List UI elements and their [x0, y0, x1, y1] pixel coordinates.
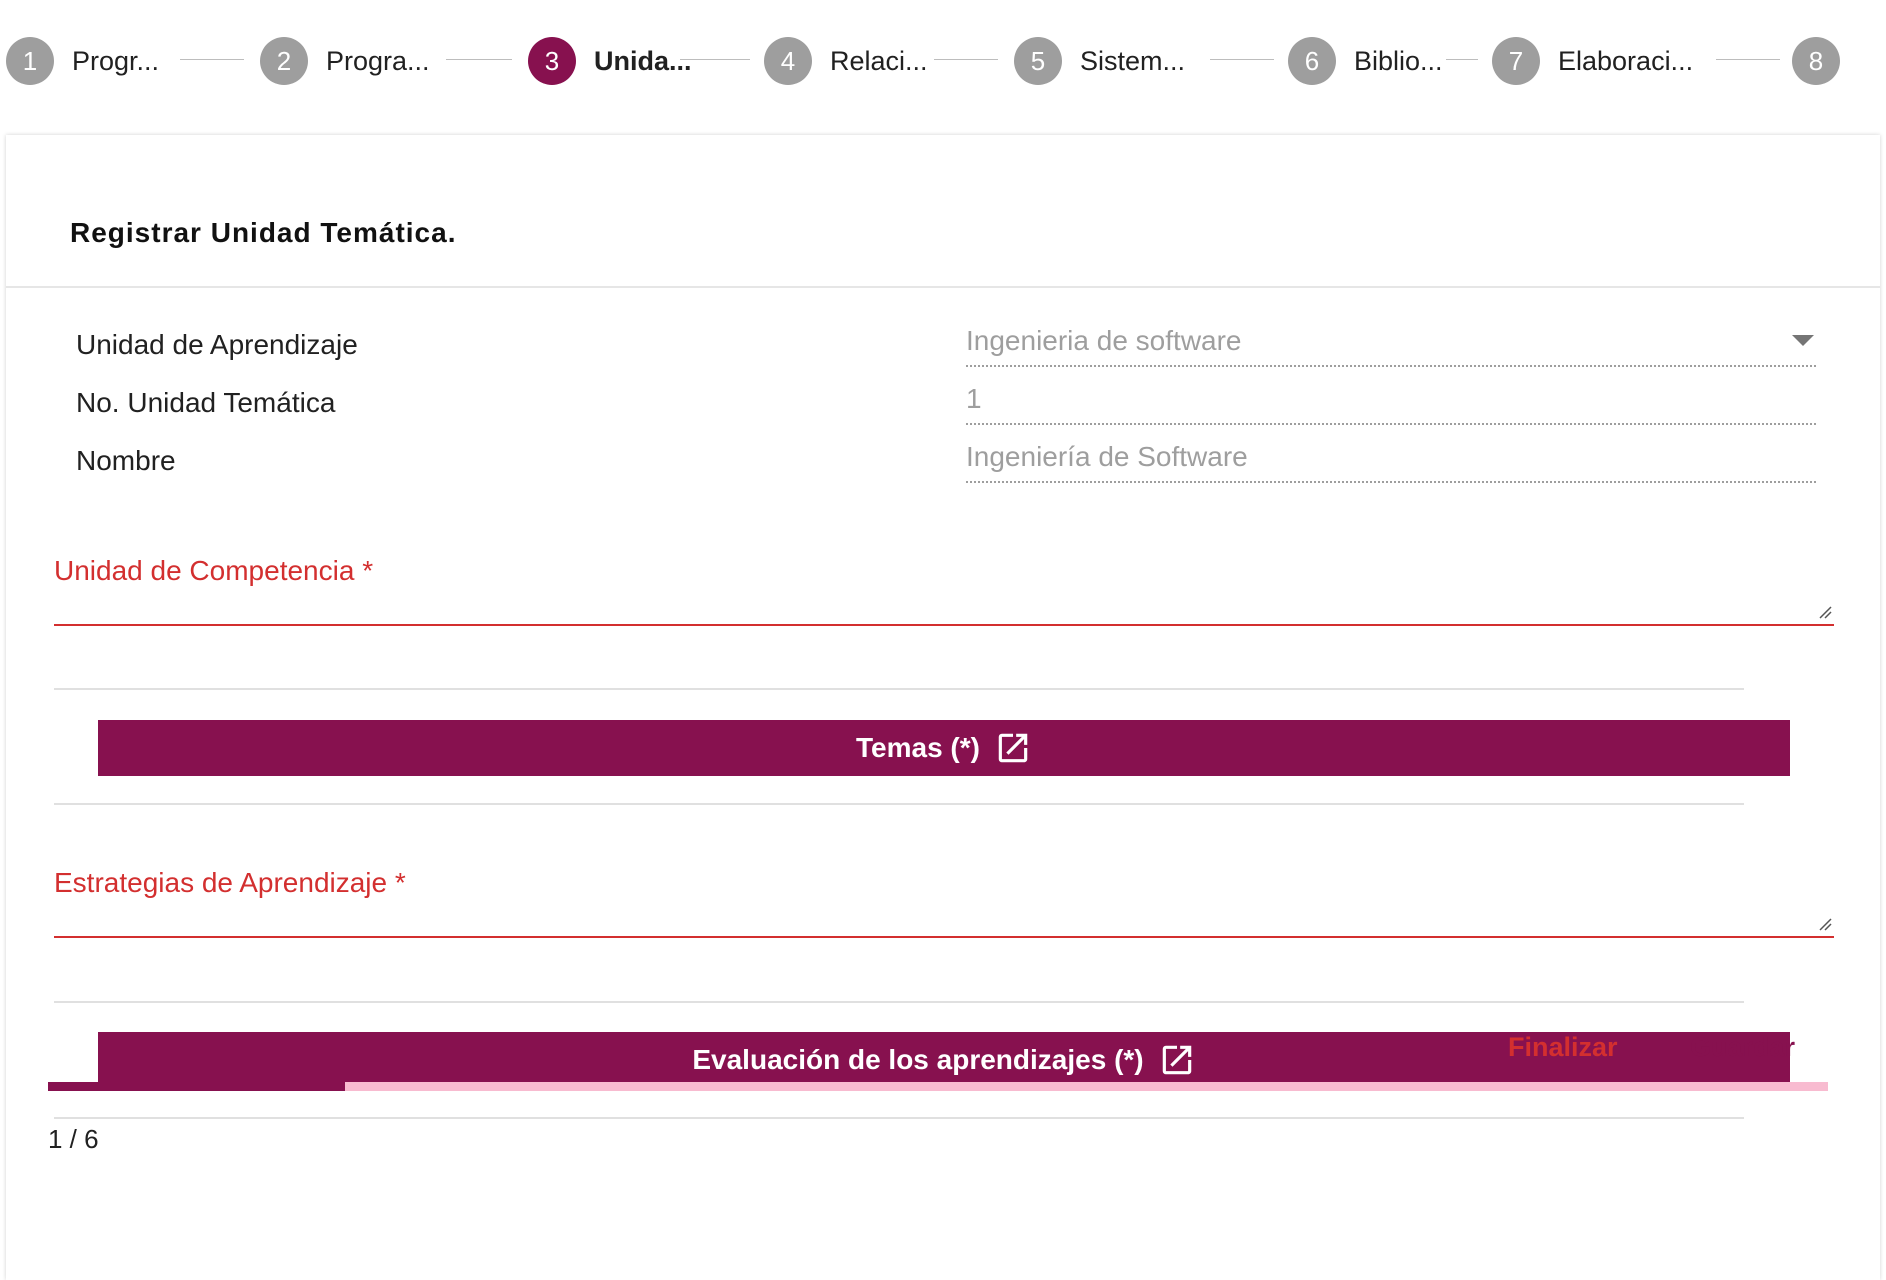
- step-label: Unida...: [594, 45, 692, 76]
- nombre-field[interactable]: Ingeniería de Software: [966, 441, 1816, 483]
- section-divider: [54, 688, 1744, 690]
- step-label: Progra...: [326, 45, 430, 76]
- page-title: Registrar Unidad Temática.: [70, 217, 457, 248]
- resize-handle-icon[interactable]: [1818, 605, 1832, 619]
- title-divider: [6, 286, 1880, 288]
- section-divider: [54, 803, 1744, 805]
- open-in-new-icon: [994, 729, 1032, 767]
- step-number: 8: [1792, 37, 1840, 85]
- estrategias-textarea[interactable]: [54, 902, 1834, 932]
- step-number: 6: [1288, 37, 1336, 85]
- step-1[interactable]: 1 Progr...: [6, 36, 159, 86]
- step-4[interactable]: 4 Relaci...: [764, 36, 928, 86]
- step-label: Sistem...: [1080, 45, 1186, 76]
- step-number: 5: [1014, 37, 1062, 85]
- step-8[interactable]: 8: [1792, 36, 1840, 86]
- step-connector: [180, 59, 244, 60]
- step-number: 1: [6, 37, 54, 85]
- temas-button[interactable]: Temas (*): [98, 720, 1790, 776]
- step-number: 2: [260, 37, 308, 85]
- unidad-aprendizaje-select[interactable]: Ingenieria de software: [966, 325, 1816, 367]
- open-in-new-icon: [1158, 1041, 1196, 1079]
- unidad-competencia-textarea[interactable]: [54, 590, 1834, 620]
- estrategias-label: Estrategias de Aprendizaje *: [54, 867, 406, 898]
- step-label: Biblio...: [1354, 45, 1443, 76]
- chevron-down-icon: [1792, 335, 1814, 346]
- no-unidad-tematica-field[interactable]: 1: [966, 383, 1816, 425]
- section-divider: [54, 1117, 1744, 1119]
- section-divider: [54, 1001, 1744, 1003]
- progress-bar-fill: [48, 1082, 345, 1091]
- guardar-button[interactable]: Guardar: [1690, 1032, 1795, 1063]
- step-3[interactable]: 3 Unida...: [528, 36, 692, 86]
- step-connector: [1446, 59, 1478, 60]
- step-number: 4: [764, 37, 812, 85]
- step-connector: [446, 59, 512, 60]
- nombre-label: Nombre: [76, 445, 176, 476]
- temas-button-label: Temas (*): [856, 732, 980, 763]
- no-unidad-tematica-label: No. Unidad Temática: [76, 387, 336, 418]
- unidad-aprendizaje-value: Ingenieria de software: [966, 325, 1242, 356]
- step-label: Relaci...: [830, 45, 928, 76]
- page-counter: 1 / 6: [48, 1124, 99, 1154]
- step-7[interactable]: 7 Elaboraci...: [1492, 36, 1693, 86]
- unidad-competencia-underline: [54, 624, 1834, 626]
- step-6[interactable]: 6 Biblio...: [1288, 36, 1443, 86]
- step-5[interactable]: 5 Sistem...: [1014, 36, 1185, 86]
- step-2[interactable]: 2 Progra...: [260, 36, 430, 86]
- estrategias-underline: [54, 936, 1834, 938]
- unidad-competencia-label: Unidad de Competencia *: [54, 555, 374, 586]
- step-connector: [1716, 59, 1780, 60]
- stepper: 1 Progr... 2 Progra... 3 Unida... 4 Rela…: [0, 0, 1886, 120]
- finalizar-button[interactable]: Finalizar: [1508, 1032, 1618, 1063]
- step-label: Progr...: [72, 45, 160, 76]
- evaluacion-button-label: Evaluación de los aprendizajes (*): [692, 1044, 1144, 1075]
- step-number: 7: [1492, 37, 1540, 85]
- unidad-aprendizaje-label: Unidad de Aprendizaje: [76, 329, 358, 360]
- step-connector: [1210, 59, 1274, 60]
- progress-bar: [48, 1082, 1828, 1091]
- step-connector: [934, 59, 998, 60]
- step-label: Elaboraci...: [1558, 45, 1694, 76]
- step-number: 3: [528, 37, 576, 85]
- resize-handle-icon[interactable]: [1818, 917, 1832, 931]
- form-card: Registrar Unidad Temática. Unidad de Apr…: [6, 135, 1880, 1280]
